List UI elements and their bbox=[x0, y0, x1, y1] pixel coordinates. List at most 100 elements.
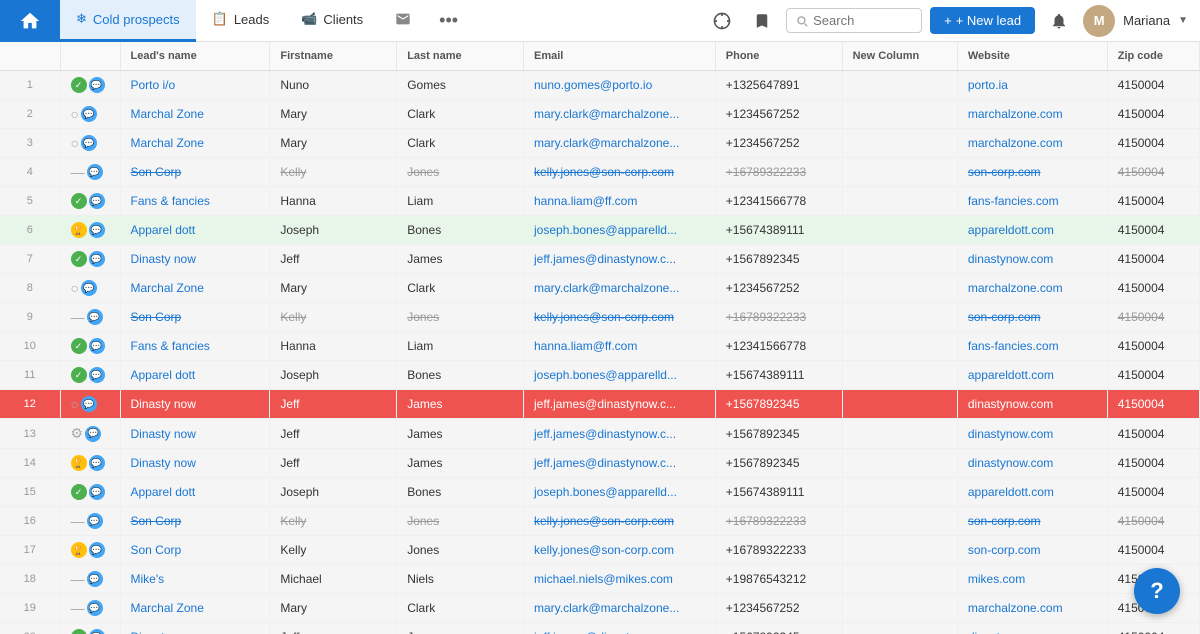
email-cell[interactable]: jeff.james@dinastynow.c... bbox=[524, 449, 716, 478]
email-cell[interactable]: joseph.bones@apparelld... bbox=[524, 361, 716, 390]
col-lead-name[interactable]: Lead's name bbox=[120, 42, 270, 71]
row-action-icons[interactable]: ○💬 bbox=[60, 129, 120, 158]
more-menu-button[interactable]: ••• bbox=[427, 10, 470, 31]
lead-name-cell[interactable]: Dinasty now bbox=[120, 245, 270, 274]
lead-name-cell[interactable]: Fans & fancies bbox=[120, 332, 270, 361]
lead-name-cell[interactable]: Marchal Zone bbox=[120, 100, 270, 129]
email-cell[interactable]: kelly.jones@son-corp.com bbox=[524, 158, 716, 187]
website-cell[interactable]: appareldott.com bbox=[957, 216, 1107, 245]
tab-leads[interactable]: 📋 Leads bbox=[196, 0, 286, 42]
row-action-icons[interactable]: ✓💬 bbox=[60, 478, 120, 507]
website-cell[interactable]: marchalzone.com bbox=[957, 129, 1107, 158]
tab-clients[interactable]: 📹 Clients bbox=[285, 0, 379, 42]
email-cell[interactable]: kelly.jones@son-corp.com bbox=[524, 303, 716, 332]
row-action-icons[interactable]: 🏆💬 bbox=[60, 449, 120, 478]
lead-name-cell[interactable]: Marchal Zone bbox=[120, 129, 270, 158]
lead-name-cell[interactable]: Son Corp bbox=[120, 536, 270, 565]
lead-name-cell[interactable]: Marchal Zone bbox=[120, 594, 270, 623]
lead-name-cell[interactable]: Porto i/o bbox=[120, 71, 270, 100]
email-cell[interactable]: joseph.bones@apparelld... bbox=[524, 216, 716, 245]
website-cell[interactable]: son-corp.com bbox=[957, 536, 1107, 565]
email-cell[interactable]: kelly.jones@son-corp.com bbox=[524, 536, 716, 565]
target-icon-button[interactable] bbox=[706, 5, 738, 37]
website-cell[interactable]: dinastynow.com bbox=[957, 623, 1107, 634]
row-action-icons[interactable]: —💬 bbox=[60, 158, 120, 187]
lead-name-cell[interactable]: Son Corp bbox=[120, 158, 270, 187]
lead-name-cell[interactable]: Son Corp bbox=[120, 507, 270, 536]
email-cell[interactable]: mary.clark@marchalzone... bbox=[524, 274, 716, 303]
website-cell[interactable]: mikes.com bbox=[957, 565, 1107, 594]
email-cell[interactable]: jeff.james@dinastynow.c... bbox=[524, 390, 716, 419]
row-action-icons[interactable]: 🏆💬 bbox=[60, 536, 120, 565]
row-action-icons[interactable]: ⚙💬 bbox=[60, 419, 120, 449]
help-button[interactable]: ? bbox=[1134, 568, 1180, 614]
email-cell[interactable]: nuno.gomes@porto.io bbox=[524, 71, 716, 100]
website-cell[interactable]: dinastynow.com bbox=[957, 419, 1107, 449]
bookmark-icon-button[interactable] bbox=[746, 5, 778, 37]
row-action-icons[interactable]: ✓💬 bbox=[60, 332, 120, 361]
website-cell[interactable]: marchalzone.com bbox=[957, 100, 1107, 129]
notification-bell-button[interactable] bbox=[1043, 5, 1075, 37]
row-action-icons[interactable]: ✓💬 bbox=[60, 623, 120, 634]
website-cell[interactable]: marchalzone.com bbox=[957, 274, 1107, 303]
website-cell[interactable]: porto.ia bbox=[957, 71, 1107, 100]
website-cell[interactable]: dinastynow.com bbox=[957, 390, 1107, 419]
email-cell[interactable]: mary.clark@marchalzone... bbox=[524, 594, 716, 623]
email-cell[interactable]: michael.niels@mikes.com bbox=[524, 565, 716, 594]
row-action-icons[interactable]: ✓💬 bbox=[60, 245, 120, 274]
row-action-icons[interactable]: —💬 bbox=[60, 565, 120, 594]
website-cell[interactable]: appareldott.com bbox=[957, 478, 1107, 507]
lead-name-cell[interactable]: Marchal Zone bbox=[120, 274, 270, 303]
lead-name-cell[interactable]: Dinasty now bbox=[120, 449, 270, 478]
row-action-icons[interactable]: ○💬 bbox=[60, 390, 120, 419]
col-firstname[interactable]: Firstname bbox=[270, 42, 397, 71]
website-cell[interactable]: fans-fancies.com bbox=[957, 332, 1107, 361]
row-action-icons[interactable]: ✓💬 bbox=[60, 71, 120, 100]
lead-name-cell[interactable]: Dinasty now bbox=[120, 419, 270, 449]
website-cell[interactable]: dinastynow.com bbox=[957, 245, 1107, 274]
col-new-column[interactable]: New Column bbox=[842, 42, 957, 71]
lead-name-cell[interactable]: Apparel dott bbox=[120, 216, 270, 245]
row-action-icons[interactable]: ○💬 bbox=[60, 274, 120, 303]
email-cell[interactable]: mary.clark@marchalzone... bbox=[524, 129, 716, 158]
website-cell[interactable]: dinastynow.com bbox=[957, 449, 1107, 478]
email-cell[interactable]: kelly.jones@son-corp.com bbox=[524, 507, 716, 536]
email-cell[interactable]: hanna.liam@ff.com bbox=[524, 187, 716, 216]
row-action-icons[interactable]: —💬 bbox=[60, 303, 120, 332]
lead-name-cell[interactable]: Dinasty now bbox=[120, 390, 270, 419]
row-action-icons[interactable]: 🏆💬 bbox=[60, 216, 120, 245]
email-cell[interactable]: mary.clark@marchalzone... bbox=[524, 100, 716, 129]
home-button[interactable] bbox=[0, 0, 60, 42]
email-cell[interactable]: jeff.james@dinastynow.c... bbox=[524, 245, 716, 274]
col-website[interactable]: Website bbox=[957, 42, 1107, 71]
row-action-icons[interactable]: ✓💬 bbox=[60, 187, 120, 216]
search-input[interactable] bbox=[813, 13, 913, 28]
website-cell[interactable]: son-corp.com bbox=[957, 158, 1107, 187]
avatar[interactable]: M bbox=[1083, 5, 1115, 37]
lead-name-cell[interactable]: Fans & fancies bbox=[120, 187, 270, 216]
col-lastname[interactable]: Last name bbox=[397, 42, 524, 71]
tab-cold-prospects[interactable]: ❄ Cold prospects bbox=[60, 0, 196, 42]
lead-name-cell[interactable]: Apparel dott bbox=[120, 478, 270, 507]
col-email[interactable]: Email bbox=[524, 42, 716, 71]
email-cell[interactable]: jeff.james@dinastynow.c... bbox=[524, 623, 716, 634]
col-phone[interactable]: Phone bbox=[715, 42, 842, 71]
email-cell[interactable]: hanna.liam@ff.com bbox=[524, 332, 716, 361]
website-cell[interactable]: fans-fancies.com bbox=[957, 187, 1107, 216]
lead-name-cell[interactable]: Dinasty now bbox=[120, 623, 270, 634]
row-action-icons[interactable]: —💬 bbox=[60, 507, 120, 536]
new-lead-button[interactable]: + + New lead bbox=[930, 7, 1035, 34]
user-menu-chevron[interactable]: ▼ bbox=[1178, 15, 1188, 26]
col-zip[interactable]: Zip code bbox=[1107, 42, 1199, 71]
website-cell[interactable]: appareldott.com bbox=[957, 361, 1107, 390]
row-action-icons[interactable]: ○💬 bbox=[60, 100, 120, 129]
row-action-icons[interactable]: ✓💬 bbox=[60, 361, 120, 390]
email-tab[interactable] bbox=[379, 0, 427, 42]
email-cell[interactable]: joseph.bones@apparelld... bbox=[524, 478, 716, 507]
website-cell[interactable]: son-corp.com bbox=[957, 303, 1107, 332]
lead-name-cell[interactable]: Son Corp bbox=[120, 303, 270, 332]
website-cell[interactable]: son-corp.com bbox=[957, 507, 1107, 536]
row-action-icons[interactable]: —💬 bbox=[60, 594, 120, 623]
lead-name-cell[interactable]: Apparel dott bbox=[120, 361, 270, 390]
lead-name-cell[interactable]: Mike's bbox=[120, 565, 270, 594]
